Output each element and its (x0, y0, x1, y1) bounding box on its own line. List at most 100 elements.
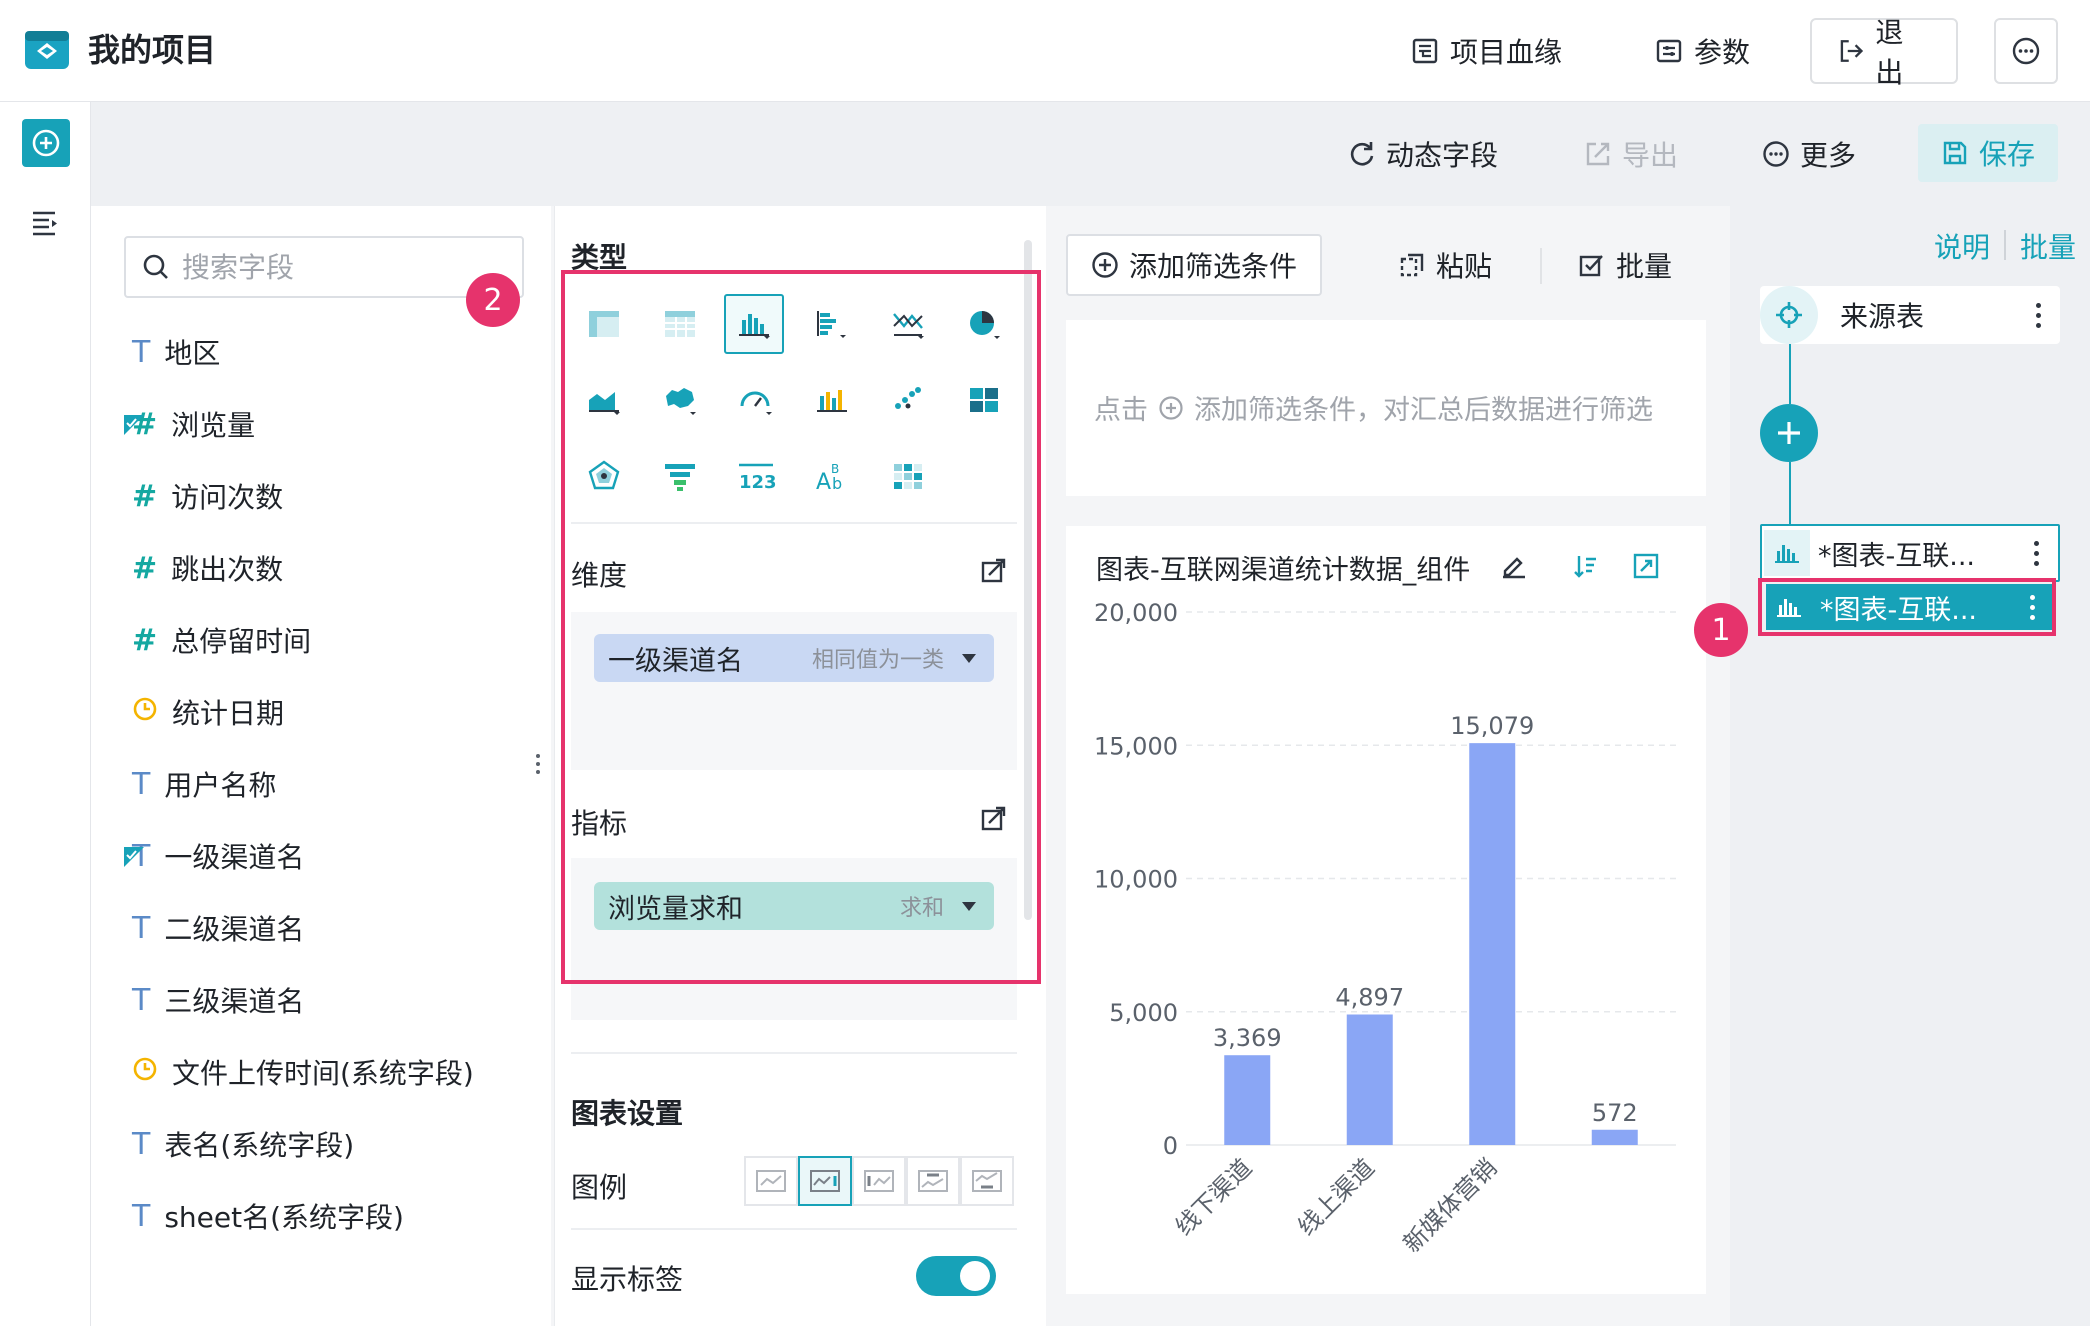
more-menu-button[interactable] (1994, 18, 2058, 84)
crosshair-icon (1760, 286, 1818, 344)
source-node-menu-icon[interactable] (2036, 302, 2042, 328)
field-item-label: 二级渠道名 (164, 913, 305, 946)
field-item[interactable]: T 一级渠道名 (124, 831, 305, 881)
text-type-icon: T (132, 1198, 151, 1234)
x-tick-label: 线下渠道 (1170, 1153, 1258, 1241)
outline-list-icon (33, 211, 57, 236)
field-item[interactable]: # 跳出次数 (132, 543, 283, 593)
source-table-node[interactable]: 来源表 (1760, 286, 2060, 344)
batch-filter-label: 批量 (1616, 250, 1673, 283)
plus-circle-icon (32, 129, 60, 157)
field-item[interactable]: 统计日期 (132, 687, 284, 737)
field-item-label: 浏览量 (171, 409, 256, 442)
bar (1224, 1055, 1271, 1145)
edit-pen-icon (1503, 557, 1525, 579)
project-lineage-button[interactable]: 项目血缘 (1412, 18, 1562, 84)
rename-chart-button[interactable] (1500, 552, 1528, 587)
data-label: 4,897 (1335, 983, 1404, 1011)
legend-option-none[interactable] (744, 1156, 798, 1206)
flow-description-link[interactable]: 说明 (1934, 226, 1990, 266)
show-labels-label: 显示标签 (571, 1263, 684, 1296)
in-use-marker-icon (124, 409, 144, 435)
sort-icon (1574, 556, 1596, 578)
toolbar-more-label: 更多 (1800, 139, 1857, 172)
paste-button[interactable]: 粘贴 (1398, 236, 1492, 294)
field-item-label: 跳出次数 (171, 553, 284, 586)
chart-node-1[interactable]: *图表-互联... (1760, 524, 2060, 582)
field-item[interactable]: T 地区 (132, 327, 220, 377)
panel-resize-handle[interactable] (536, 754, 540, 774)
legend-left-icon (864, 1170, 894, 1192)
field-item[interactable]: # 总停留时间 (132, 615, 311, 665)
clock-icon (132, 696, 158, 729)
y-tick-label: 20,000 (1094, 600, 1178, 627)
field-item[interactable]: T 表名(系统字段) (132, 1119, 354, 1169)
field-item-label: 用户名称 (164, 769, 277, 802)
dynamic-field-button[interactable]: 动态字段 (1348, 126, 1498, 182)
field-item-label: 表名(系统字段) (164, 1129, 355, 1162)
source-table-label: 来源表 (1840, 300, 1925, 333)
top-header (0, 0, 2090, 102)
sort-button[interactable] (1572, 552, 1600, 587)
chart-node-1-menu-icon[interactable] (2034, 540, 2040, 566)
chart-node-1-label: *图表-互联... (1818, 540, 1975, 572)
save-button[interactable]: 保存 (1918, 124, 2058, 182)
legend-option-bottom[interactable] (960, 1156, 1014, 1206)
flow-batch-link[interactable]: 批量 (2020, 226, 2076, 266)
export-icon (1586, 142, 1610, 166)
app-logo-icon (25, 29, 69, 71)
refresh-icon (1350, 142, 1374, 166)
bar (1346, 1014, 1393, 1145)
field-item[interactable]: T 用户名称 (132, 759, 276, 809)
bar-chart-icon (1764, 530, 1810, 576)
add-flow-node-button[interactable] (1760, 404, 1818, 462)
search-icon (143, 254, 168, 279)
add-node-button[interactable] (22, 119, 70, 167)
bar (1591, 1129, 1638, 1145)
expand-icon (1633, 553, 1659, 579)
field-item[interactable]: Tsheet名(系统字段) (132, 1191, 404, 1241)
params-button[interactable]: 参数 (1656, 18, 1750, 84)
field-item[interactable]: 文件上传时间(系统字段) (132, 1047, 474, 1097)
legend-option-top[interactable] (906, 1156, 960, 1206)
in-use-marker-icon (124, 841, 144, 867)
y-tick-label: 15,000 (1094, 732, 1178, 760)
text-type-icon: T (132, 1126, 151, 1162)
field-item-label: 一级渠道名 (164, 841, 305, 874)
number-type-icon: # (132, 478, 158, 514)
node-highlight-box (1758, 578, 2056, 636)
paste-icon (1400, 253, 1424, 277)
save-label: 保存 (1978, 138, 2035, 171)
fullscreen-button[interactable] (1632, 552, 1660, 587)
flow-connector (1789, 462, 1791, 524)
ellipsis-circle-icon (1763, 141, 1789, 167)
field-search-input[interactable] (182, 250, 482, 284)
export-button[interactable]: 导出 (1584, 126, 1678, 182)
y-tick-label: 0 (1163, 1132, 1178, 1160)
chart-settings-title: 图表设置 (571, 1097, 684, 1130)
legend-option-right[interactable] (798, 1156, 852, 1206)
lineage-icon (1412, 38, 1438, 64)
outline-toggle-button[interactable] (30, 208, 60, 245)
number-type-icon: # (132, 622, 158, 658)
legend-option-left[interactable] (852, 1156, 906, 1206)
batch-filter-button[interactable]: 批量 (1578, 236, 1672, 294)
legend-bottom-icon (972, 1170, 1002, 1192)
toolbar-more-button[interactable]: 更多 (1762, 126, 1856, 182)
field-item[interactable]: # 访问次数 (132, 471, 283, 521)
export-label: 导出 (1622, 139, 1679, 172)
toggle-knob (960, 1261, 990, 1291)
save-icon (1943, 141, 1967, 165)
paste-label: 粘贴 (1436, 250, 1493, 283)
project-lineage-label: 项目血缘 (1450, 36, 1563, 69)
field-item[interactable]: T 三级渠道名 (132, 975, 304, 1025)
y-tick-label: 5,000 (1109, 999, 1178, 1027)
add-filter-button[interactable]: 添加筛选条件 (1066, 234, 1322, 296)
bar-chart: 0 5,000 10,000 15,000 20,000 3,369 线下渠道 4,897 线上… (1094, 600, 1676, 1258)
logout-button[interactable]: 退出 (1810, 16, 1958, 89)
field-item[interactable]: # 浏览量 (124, 399, 256, 449)
toolbar-divider (1540, 248, 1542, 284)
logout-icon (1840, 40, 1864, 62)
field-search-box[interactable] (124, 236, 524, 298)
field-item[interactable]: T 二级渠道名 (132, 903, 304, 953)
